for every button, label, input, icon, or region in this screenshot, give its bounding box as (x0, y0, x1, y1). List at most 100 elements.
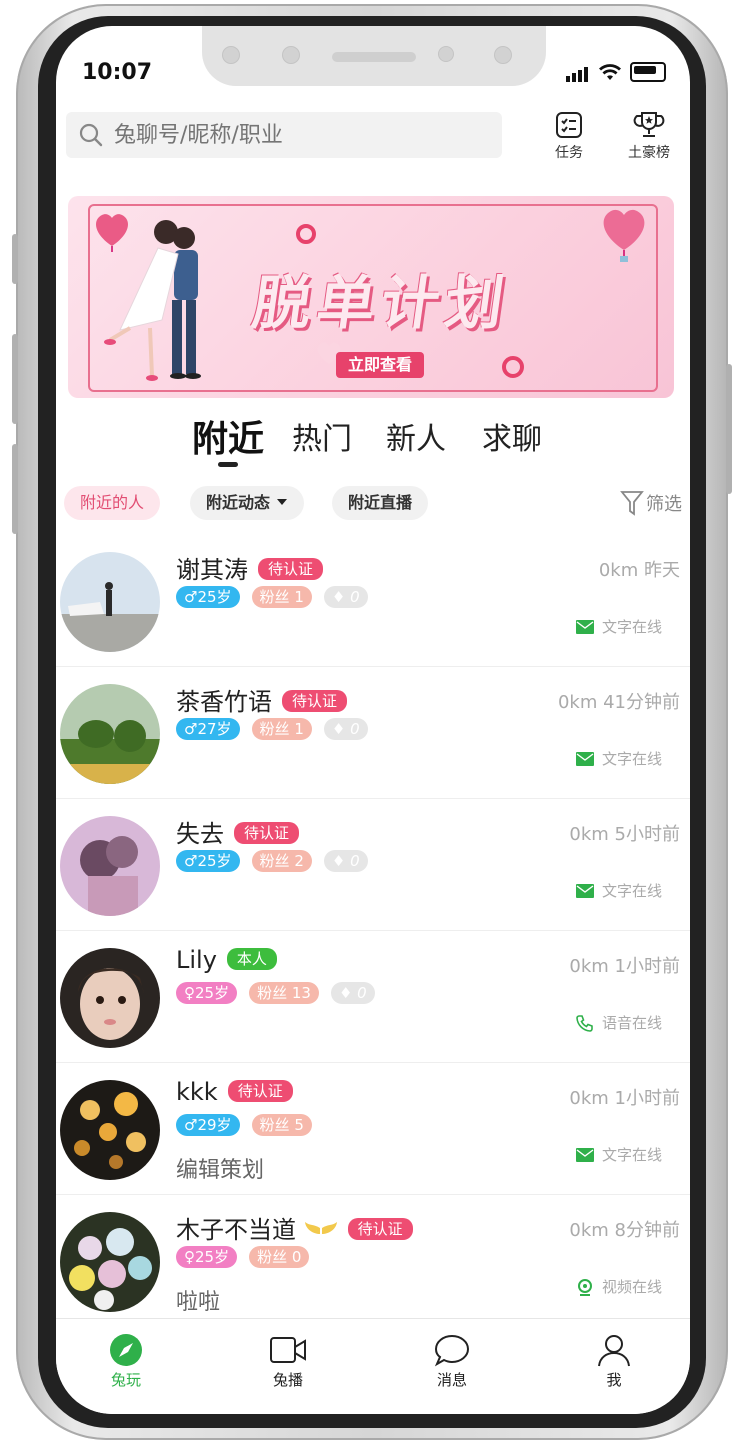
gift-tag: ♦ 0 (323, 586, 368, 608)
nav-me-label: 我 (606, 1371, 622, 1389)
age-text: 25岁 (197, 588, 232, 606)
online-status: 文字在线 (575, 748, 662, 769)
user-tags: ♂25岁 粉丝 1 ♦ 0 (176, 586, 368, 608)
list-item[interactable]: 木子不当道 待认证 ♀25岁 粉丝 0 啦啦 0km 8分钟前 视频在线 (56, 1194, 690, 1326)
online-status-text: 文字在线 (601, 618, 662, 636)
heart-balloon-icon (603, 209, 645, 262)
distance-time: 0km 8分钟前 (569, 1220, 680, 1241)
volume-up-button (12, 334, 18, 424)
tab-nearby[interactable]: 附近 (192, 410, 264, 462)
couple-illustration (104, 220, 201, 381)
nav-messages[interactable]: 消息 (412, 1333, 492, 1390)
avatar[interactable] (60, 552, 160, 652)
compass-icon (110, 1334, 142, 1366)
gift-tag: ♦ 0 (330, 982, 375, 1004)
filter-chips: 附近的人 附近动态 附近直播 筛选 (64, 486, 690, 526)
user-name: 木子不当道 待认证 (176, 1210, 413, 1245)
age-tag: ♂29岁 (176, 1114, 240, 1136)
video-icon (577, 1278, 592, 1296)
chat-bubble-icon (434, 1334, 470, 1367)
signal-icon (566, 63, 590, 82)
distance-time: 0km 41分钟前 (557, 692, 680, 713)
task-button[interactable]: 任务 (534, 110, 604, 162)
avatar[interactable] (60, 948, 160, 1048)
distance-time: 0km 5小时前 (569, 824, 680, 845)
phone-icon (576, 1014, 593, 1032)
tab-hot[interactable]: 热门 (292, 414, 352, 458)
chip-nearby-live[interactable]: 附近直播 (332, 486, 429, 520)
search-bar[interactable] (66, 112, 502, 158)
volume-down-button (12, 444, 18, 534)
trophy-icon (633, 112, 665, 137)
status-icons (566, 62, 666, 82)
banner-view-button[interactable]: 立即查看 (336, 352, 425, 378)
age-text: 25岁 (195, 984, 230, 1002)
avatar[interactable] (60, 684, 160, 784)
promo-banner[interactable]: 脱单计划 立即查看 (68, 196, 674, 398)
gender-symbol: ♂ (184, 852, 198, 870)
list-item[interactable]: 失去 待认证 ♂25岁 粉丝 2 ♦ 0 0km 5小时前 文字在线 (56, 798, 690, 931)
chip-nearby-moments-label: 附近动态 (206, 493, 271, 512)
verify-badge: 待认证 (258, 558, 324, 580)
power-button (726, 364, 732, 494)
gender-symbol: ♀ (184, 984, 195, 1002)
fans-tag: 粉丝 13 (249, 982, 319, 1004)
user-bio: 编辑策划 (176, 1158, 265, 1183)
nav-play[interactable]: 兔玩 (86, 1333, 166, 1390)
self-verified-badge: 本人 (226, 948, 277, 970)
age-tag: ♂27岁 (176, 718, 240, 740)
filter-label: 筛选 (646, 494, 682, 515)
gift-count: 0 (350, 852, 360, 870)
distance-time: 0km 1小时前 (569, 956, 680, 977)
chip-nearby-moments[interactable]: 附近动态 (190, 486, 304, 520)
online-status-text: 文字在线 (601, 882, 662, 900)
leaderboard-label: 土豪榜 (628, 145, 670, 161)
bottom-nav: 兔玩 兔播 消息 我 (56, 1318, 690, 1414)
task-label: 任务 (555, 145, 583, 161)
avatar[interactable] (60, 1212, 160, 1312)
gender-symbol: ♀ (184, 1248, 195, 1266)
chip-nearby-people[interactable]: 附近的人 (64, 486, 161, 520)
age-text: 27岁 (197, 720, 232, 738)
task-list-icon (556, 112, 582, 138)
banner-title: 脱单计划 (248, 269, 515, 337)
list-item[interactable]: Lily 本人 ♀25岁 粉丝 13 ♦ 0 0km 1小时前 语音在线 (56, 930, 690, 1063)
list-item[interactable]: kkk 待认证 ♂29岁 粉丝 5 编辑策划 0km 1小时前 文字在线 (56, 1062, 690, 1195)
notch-sensor (282, 46, 300, 64)
message-icon (575, 883, 594, 898)
app-screen: 10:07 任务 (56, 26, 690, 1414)
nav-me[interactable]: 我 (574, 1333, 654, 1390)
tab-new[interactable]: 新人 (386, 414, 446, 458)
age-text: 25岁 (197, 852, 232, 870)
notch-sensor (222, 46, 240, 64)
age-tag: ♂25岁 (176, 586, 240, 608)
online-status-text: 语音在线 (601, 1014, 662, 1032)
leaderboard-button[interactable]: 土豪榜 (614, 110, 684, 162)
user-tags: ♂27岁 粉丝 1 ♦ 0 (176, 718, 368, 740)
avatar[interactable] (60, 816, 160, 916)
filter-button[interactable]: 筛选 (620, 490, 682, 516)
ring-decoration-icon (502, 356, 524, 378)
gender-symbol: ♂ (184, 720, 198, 738)
avatar[interactable] (60, 1080, 160, 1180)
tab-chat-request[interactable]: 求聊 (482, 414, 542, 458)
search-input[interactable] (112, 121, 476, 149)
user-name-text: 谢其涛 (176, 556, 248, 584)
verify-badge: 待认证 (347, 1218, 413, 1240)
user-name-text: 木子不当道 (176, 1216, 296, 1244)
user-tags: ♀25岁 粉丝 13 ♦ 0 (176, 982, 375, 1004)
verify-badge: 待认证 (282, 690, 348, 712)
list-item[interactable]: 茶香竹语 待认证 ♂27岁 粉丝 1 ♦ 0 0km 41分钟前 文字在线 (56, 666, 690, 799)
nav-play-label: 兔玩 (110, 1371, 141, 1389)
online-status: 视频在线 (576, 1276, 662, 1297)
list-item[interactable]: 谢其涛 待认证 ♂25岁 粉丝 1 ♦ 0 0km 昨天 文字在线 (56, 534, 690, 667)
age-text: 25岁 (195, 1248, 230, 1266)
message-icon (575, 619, 594, 634)
online-status-text: 文字在线 (601, 750, 662, 768)
user-tags: ♂29岁 粉丝 5 (176, 1114, 312, 1136)
battery-icon (630, 62, 666, 82)
fans-tag: 粉丝 1 (251, 586, 312, 608)
gender-symbol: ♂ (184, 588, 198, 606)
nav-live[interactable]: 兔播 (248, 1333, 328, 1390)
video-camera-icon (270, 1337, 306, 1363)
